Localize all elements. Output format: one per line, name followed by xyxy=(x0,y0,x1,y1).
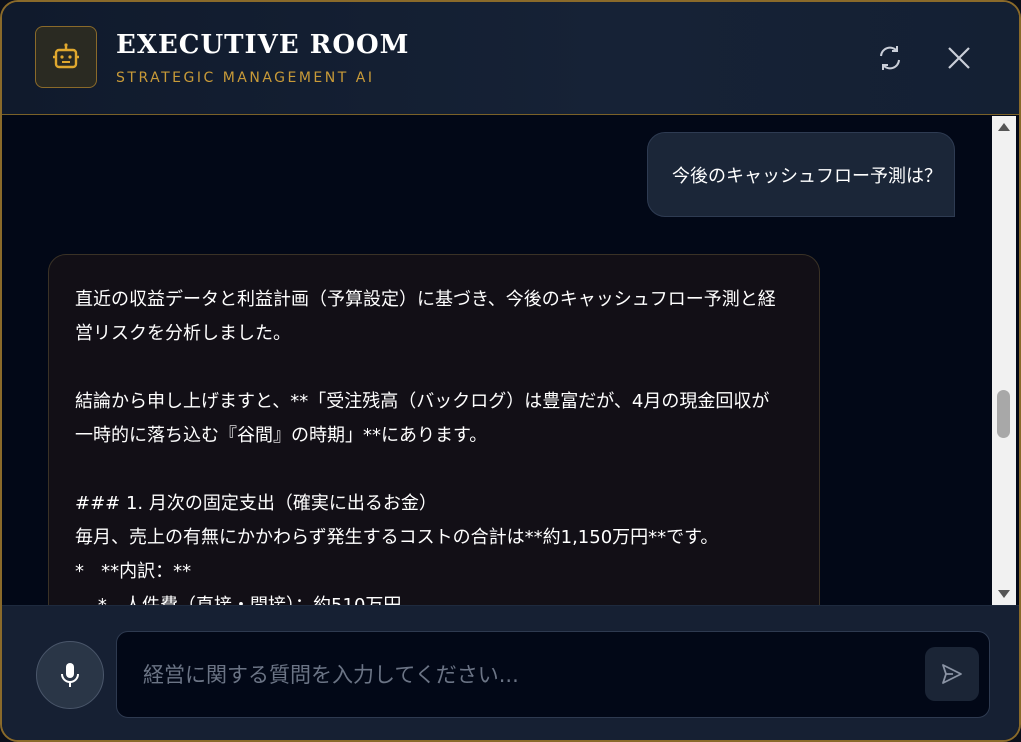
app-title: EXECUTIVE ROOM xyxy=(116,30,410,60)
ai-message-line: 直近の収益データと利益計画（予算設定）に基づき、今後のキャッシュフロー予測と経 xyxy=(75,289,776,310)
scroll-down-arrow-icon xyxy=(998,590,1010,598)
close-button[interactable] xyxy=(941,40,977,76)
ai-message-blank-line xyxy=(75,351,793,385)
ai-message-line: 一時的に落ち込む『谷間』の時期」**にあります。 xyxy=(75,425,488,446)
header: EXECUTIVE ROOM STRATEGIC MANAGEMENT AI xyxy=(2,2,1019,115)
logo xyxy=(35,26,97,88)
refresh-icon xyxy=(880,46,900,70)
ai-message-line: * **内訳：** xyxy=(75,561,192,582)
microphone-button[interactable] xyxy=(36,641,104,709)
send-icon xyxy=(942,664,962,684)
ai-message-blank-line xyxy=(75,453,793,487)
ai-message: 直近の収益データと利益計画（予算設定）に基づき、今後のキャッシュフロー予測と経 … xyxy=(48,254,820,605)
ai-message-line: * 人件費（直接・間接）：約510万円 xyxy=(75,589,793,605)
send-button[interactable] xyxy=(925,647,979,701)
close-icon xyxy=(948,47,970,69)
scroll-down-button[interactable] xyxy=(992,585,1016,603)
refresh-button[interactable] xyxy=(872,40,908,76)
robot-icon xyxy=(53,43,79,69)
ai-message-line: 結論から申し上げますと、**「受注残高（バックログ）は豊富だが、4月の現金回収が xyxy=(75,391,770,412)
scrollbar[interactable] xyxy=(992,116,1016,605)
chat-window: EXECUTIVE ROOM STRATEGIC MANAGEMENT AI 今… xyxy=(0,0,1021,742)
scroll-up-arrow-icon xyxy=(998,123,1010,131)
ai-message-line: 営リスクを分析しました。 xyxy=(75,323,291,344)
question-input[interactable] xyxy=(141,632,901,717)
scroll-up-button[interactable] xyxy=(992,118,1016,136)
ai-message-line: ### 1. 月次の固定支出（確実に出るお金） xyxy=(75,493,437,514)
input-bar xyxy=(2,605,1019,740)
ai-message-line: 毎月、売上の有無にかかわらず発生するコストの合計は**約1,150万円**です。 xyxy=(75,527,719,548)
scrollbar-thumb[interactable] xyxy=(997,390,1010,438)
user-message-text: 今後のキャッシュフロー予測は？ xyxy=(672,165,942,187)
question-input-box xyxy=(116,631,990,718)
chat-messages[interactable]: 今後のキャッシュフロー予測は？ 直近の収益データと利益計画（予算設定）に基づき、… xyxy=(2,116,1019,605)
app-subtitle: STRATEGIC MANAGEMENT AI xyxy=(116,70,375,86)
microphone-icon xyxy=(61,663,79,687)
user-message: 今後のキャッシュフロー予測は？ xyxy=(647,132,955,217)
